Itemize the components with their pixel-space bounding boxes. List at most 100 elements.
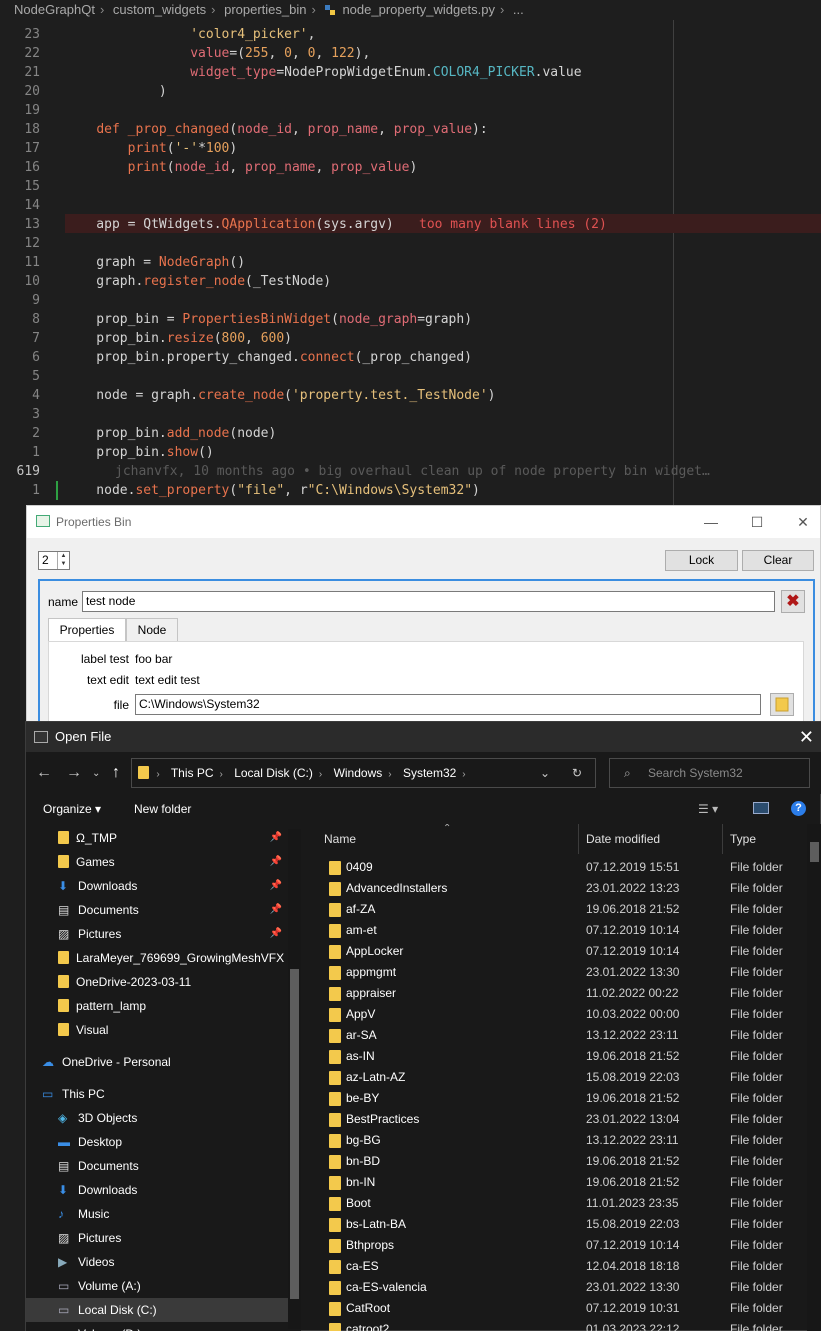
nav-item[interactable]: ▭ Local Disk (C:) [26,1298,288,1322]
nav-item[interactable]: Ω_TMP 📌 [26,826,288,850]
code-line[interactable]: 16 print(node_id, prop_name, prop_value) [0,158,821,177]
tab-properties[interactable]: Properties [48,618,126,642]
code-line[interactable]: 12 [0,234,821,253]
file-list-scrollbar[interactable] [807,824,821,1331]
file-row[interactable]: ar-SA 13.12.2022 23:11 File folder [308,1025,808,1046]
file-row[interactable]: af-ZA 19.06.2018 21:52 File folder [308,899,808,920]
close-button[interactable]: ✕ [780,506,821,538]
new-folder-button[interactable]: New folder [134,794,191,824]
forward-arrow-icon[interactable]: → [66,764,82,782]
code-line[interactable]: 21 widget_type=NodePropWidgetEnum.COLOR4… [0,63,821,82]
address-this-pc[interactable]: This PC [171,766,214,780]
nav-item[interactable]: ▭ This PC [26,1082,288,1106]
close-button[interactable]: ✕ [799,722,814,752]
spin-arrows-icon[interactable]: ▲ ▼ [57,552,69,569]
column-name[interactable]: Name ⌃ [308,824,579,854]
clear-button[interactable]: Clear [742,550,814,571]
code-line[interactable]: 7 prop_bin.resize(800, 600) [0,329,821,348]
file-row[interactable]: bn-IN 19.06.2018 21:52 File folder [308,1172,808,1193]
code-line[interactable]: 13 app = QtWidgets.QApplication(sys.argv… [0,215,821,234]
file-row[interactable]: AppLocker 07.12.2019 10:14 File folder [308,941,808,962]
code-line[interactable]: 23 'color4_picker', [0,25,821,44]
refresh-icon[interactable]: ↻ [572,759,582,787]
node-limit-spinbox[interactable]: 2 ▲ ▼ [38,551,70,570]
file-row[interactable]: ca-ES-valencia 23.01.2022 13:30 File folde… [308,1277,808,1298]
browse-file-button[interactable] [770,693,794,716]
code-line[interactable]: 619 jchanvfx, 10 months ago • big overhau… [0,462,821,481]
nav-item[interactable]: ◈ 3D Objects [26,1106,288,1130]
column-type[interactable]: Type [723,824,808,854]
code-line[interactable]: 1 node.set_property("file", r"C:\Windows… [0,481,821,500]
code-line[interactable]: 6 prop_bin.property_changed.connect(_pro… [0,348,821,367]
code-line[interactable]: 22 value=(255, 0, 0, 122), [0,44,821,63]
file-path-field[interactable]: C:\Windows\System32 [135,694,761,715]
nav-item[interactable]: ▬ Desktop [26,1130,288,1154]
nav-item[interactable]: OneDrive-2023-03-11 [26,970,288,994]
nav-item[interactable]: Games 📌 [26,850,288,874]
nav-item[interactable]: ▤ Documents [26,1154,288,1178]
code-editor[interactable]: NodeGraphQt › custom_widgets › properties_… [0,0,821,520]
search-input[interactable]: ⌕ Search System32 [609,758,810,788]
address-dropdown-icon[interactable]: ⌄ [540,759,550,787]
column-date-modified[interactable]: Date modified [579,824,723,854]
code-line[interactable]: 5 [0,367,821,386]
crumb-file[interactable]: node_property_widgets.py [342,2,495,17]
file-row[interactable]: be-BY 19.06.2018 21:52 File folder [308,1088,808,1109]
nav-item[interactable]: LaraMeyer_769699_GrowingMeshVFX [26,946,288,970]
file-row[interactable]: 0409 07.12.2019 15:51 File folder [308,857,808,878]
address-local-disk[interactable]: Local Disk (C:) [234,766,313,780]
file-row[interactable]: am-et 07.12.2019 10:14 File folder [308,920,808,941]
code-line[interactable]: 20 ) [0,82,821,101]
code-line[interactable]: 15 [0,177,821,196]
nav-item[interactable]: ⬇ Downloads [26,1178,288,1202]
code-line[interactable]: 1 prop_bin.show() [0,443,821,462]
minimize-button[interactable]: — [688,506,734,538]
back-arrow-icon[interactable]: ← [36,764,52,782]
address-windows[interactable]: Windows [334,766,383,780]
crumb-symbol[interactable]: ... [513,2,524,17]
code-line[interactable]: 3 [0,405,821,424]
crumb-project[interactable]: NodeGraphQt [14,2,95,17]
name-field[interactable]: test node [82,591,775,612]
remove-node-button[interactable]: ✖ [781,590,805,613]
view-options-icon[interactable]: ☰ ▾ [698,794,718,824]
nav-item[interactable]: ♪ Music [26,1202,288,1226]
file-row[interactable]: AdvancedInstallers 23.01.2022 13:23 File f… [308,878,808,899]
file-row[interactable]: bg-BG 13.12.2022 23:11 File folder [308,1130,808,1151]
file-row[interactable]: bn-BD 19.06.2018 21:52 File folder [308,1151,808,1172]
help-icon[interactable]: ? [791,801,806,816]
file-row[interactable]: appmgmt 23.01.2022 13:30 File folder [308,962,808,983]
file-row[interactable]: az-Latn-AZ 15.08.2019 22:03 File folder [308,1067,808,1088]
code-line[interactable]: 17 print('-'*100) [0,139,821,158]
file-row[interactable]: ca-ES 12.04.2018 18:18 File folder [308,1256,808,1277]
code-line[interactable]: 18 def _prop_changed(node_id, prop_name,… [0,120,821,139]
file-row[interactable]: BestPractices 23.01.2022 13:04 File folder [308,1109,808,1130]
code-line[interactable]: 11 graph = NodeGraph() [0,253,821,272]
code-line[interactable]: 9 [0,291,821,310]
file-row[interactable]: bs-Latn-BA 15.08.2019 22:03 File folder [308,1214,808,1235]
lock-button[interactable]: Lock [665,550,738,571]
address-bar[interactable]: › This PC › Local Disk (C:) › Windows › Sys… [131,758,596,788]
file-row[interactable]: Boot 11.01.2023 23:35 File folder [308,1193,808,1214]
code-line[interactable]: 2 prop_bin.add_node(node) [0,424,821,443]
file-row[interactable]: catroot2 01.03.2023 22:12 File folder [308,1319,808,1331]
nav-item[interactable]: pattern_lamp [26,994,288,1018]
file-row[interactable]: Bthprops 07.12.2019 10:14 File folder [308,1235,808,1256]
nav-item[interactable]: ▭ Volume (A:) [26,1274,288,1298]
code-line[interactable]: 14 [0,196,821,215]
crumb-subfolder[interactable]: properties_bin [224,2,306,17]
recent-chevron-icon[interactable]: ⌄ [92,768,100,779]
nav-item[interactable]: ▨ Pictures 📌 [26,922,288,946]
code-line[interactable]: 4 node = graph.create_node('property.tes… [0,386,821,405]
navigation-scrollbar[interactable] [288,829,301,1329]
nav-item[interactable]: ▶ Videos [26,1250,288,1274]
maximize-button[interactable]: ☐ [734,506,780,538]
file-row[interactable]: as-IN 19.06.2018 21:52 File folder [308,1046,808,1067]
up-arrow-icon[interactable]: ↑ [112,764,120,782]
organize-button[interactable]: Organize ▾ [43,794,101,824]
text-edit-value[interactable]: text edit test [135,673,200,687]
crumb-folder[interactable]: custom_widgets [113,2,206,17]
nav-item[interactable]: ▨ Pictures [26,1226,288,1250]
address-system32[interactable]: System32 [403,766,456,780]
nav-item[interactable]: ⬇ Downloads 📌 [26,874,288,898]
